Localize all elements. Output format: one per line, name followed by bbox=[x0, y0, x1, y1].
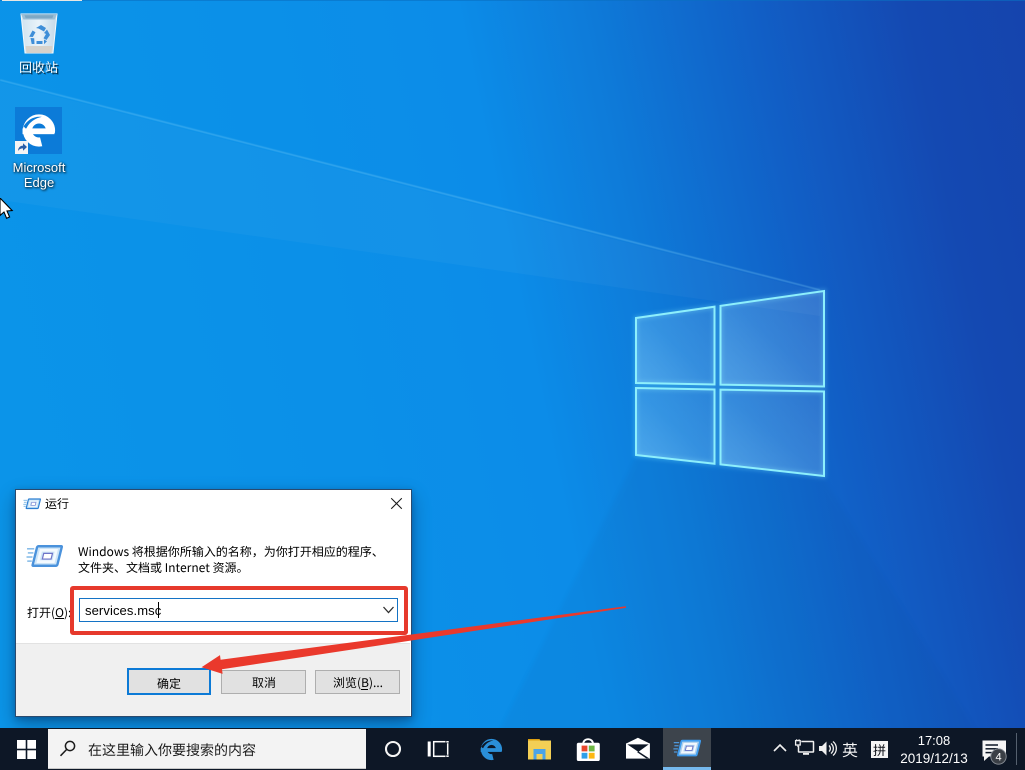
svg-text:4: 4 bbox=[995, 751, 1001, 763]
